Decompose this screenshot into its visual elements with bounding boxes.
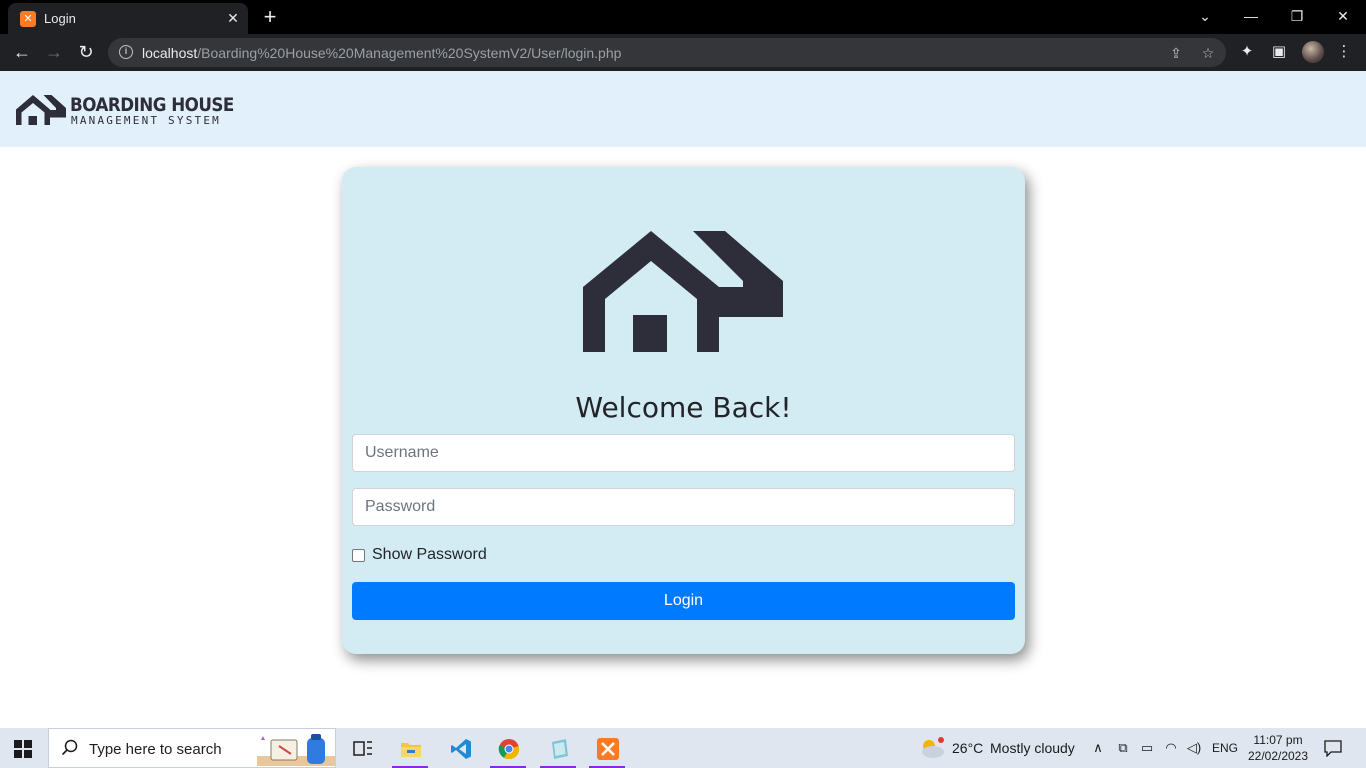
- close-tab-icon[interactable]: ✕: [224, 9, 242, 27]
- show-password-label: Show Password: [372, 546, 487, 563]
- notifications-icon[interactable]: [1324, 739, 1342, 757]
- wifi-icon[interactable]: ◠: [1161, 738, 1181, 758]
- restore-icon[interactable]: ❐: [1282, 2, 1312, 30]
- extensions-icon[interactable]: ✦: [1236, 41, 1258, 63]
- windows-taskbar: Type here to search 26°C Mostly cloudy ∧…: [0, 728, 1366, 768]
- login-card: Welcome Back! Show Password Login: [342, 167, 1025, 654]
- input-language[interactable]: ENG: [1212, 728, 1238, 768]
- bookmark-star-icon[interactable]: ☆: [1198, 43, 1218, 63]
- house-logo-icon: [583, 231, 783, 352]
- search-highlight-illustration: [257, 734, 335, 766]
- taskbar-file-explorer[interactable]: [390, 732, 430, 768]
- house-logo-icon: [16, 95, 66, 125]
- task-view-icon: [353, 741, 372, 756]
- volume-icon[interactable]: ◁): [1184, 738, 1204, 758]
- taskbar-chrome[interactable]: [488, 732, 528, 768]
- brand-logo-link[interactable]: BOARDING HOUSE MANAGEMENT SYSTEM: [16, 93, 236, 127]
- system-clock[interactable]: 11:07 pm 22/02/2023: [1244, 732, 1312, 764]
- taskbar-vscode[interactable]: [440, 732, 480, 768]
- clock-date: 22/02/2023: [1247, 749, 1309, 763]
- url-text: localhost/Boarding%20House%20Management%…: [142, 45, 622, 61]
- meet-now-icon[interactable]: ⧉: [1113, 738, 1133, 758]
- reload-icon[interactable]: ↻: [73, 39, 99, 65]
- profile-avatar[interactable]: [1302, 41, 1324, 63]
- search-icon: [61, 739, 78, 756]
- show-hidden-icons-chevron-icon[interactable]: ∧: [1088, 738, 1108, 758]
- taskbar-search-box[interactable]: Type here to search: [48, 728, 336, 768]
- address-bar[interactable]: i localhost/Boarding%20House%20Managemen…: [108, 38, 1226, 67]
- browser-tab-login[interactable]: ✕ Login ✕: [8, 3, 248, 34]
- clock-time: 11:07 pm: [1253, 733, 1303, 747]
- new-tab-icon[interactable]: +: [258, 5, 282, 29]
- site-info-icon[interactable]: i: [119, 45, 133, 59]
- task-view-button[interactable]: [342, 732, 382, 768]
- close-window-icon[interactable]: ✕: [1328, 2, 1358, 30]
- password-input[interactable]: [352, 488, 1015, 526]
- file-explorer-icon: [401, 743, 421, 757]
- search-placeholder: Type here to search: [89, 741, 222, 758]
- taskbar-xampp[interactable]: [587, 732, 627, 768]
- site-navbar: BOARDING HOUSE MANAGEMENT SYSTEM: [0, 71, 1366, 147]
- xampp-icon: [597, 738, 619, 760]
- username-input[interactable]: [352, 434, 1015, 472]
- show-password-toggle[interactable]: Show Password: [352, 545, 487, 565]
- brand-title: BOARDING HOUSE: [70, 94, 234, 116]
- weather-cloudy-icon[interactable]: [918, 736, 946, 760]
- weather-text[interactable]: Mostly cloudy: [990, 728, 1075, 768]
- tab-title: Login: [44, 11, 76, 26]
- back-icon[interactable]: ←: [9, 39, 35, 65]
- menu-kebab-icon[interactable]: ⋮: [1333, 41, 1355, 63]
- share-icon[interactable]: ⇪: [1166, 43, 1186, 63]
- brand-subtitle: MANAGEMENT SYSTEM: [71, 114, 221, 127]
- login-button[interactable]: Login: [352, 582, 1015, 620]
- tab-search-chevron-icon[interactable]: ⌄: [1190, 2, 1220, 30]
- browser-tabstrip: ✕ Login ✕ + ⌄ — ❐ ✕: [0, 0, 1366, 34]
- show-password-checkbox[interactable]: [352, 548, 365, 562]
- xampp-icon: ✕: [20, 11, 36, 27]
- windows-start-icon[interactable]: [14, 740, 32, 758]
- weather-temp[interactable]: 26°C: [952, 728, 983, 768]
- minimize-icon[interactable]: —: [1236, 2, 1266, 30]
- vscode-icon: [451, 739, 471, 759]
- welcome-heading: Welcome Back!: [575, 391, 792, 424]
- taskbar-notepad[interactable]: [538, 732, 578, 768]
- browser-toolbar: ← → ↻ i localhost/Boarding%20House%20Man…: [0, 34, 1366, 71]
- notepad-icon: [552, 739, 568, 759]
- battery-icon[interactable]: ▭: [1137, 738, 1157, 758]
- chrome-icon: [498, 739, 520, 760]
- side-panel-icon[interactable]: ▣: [1268, 41, 1290, 63]
- forward-icon[interactable]: →: [41, 39, 67, 65]
